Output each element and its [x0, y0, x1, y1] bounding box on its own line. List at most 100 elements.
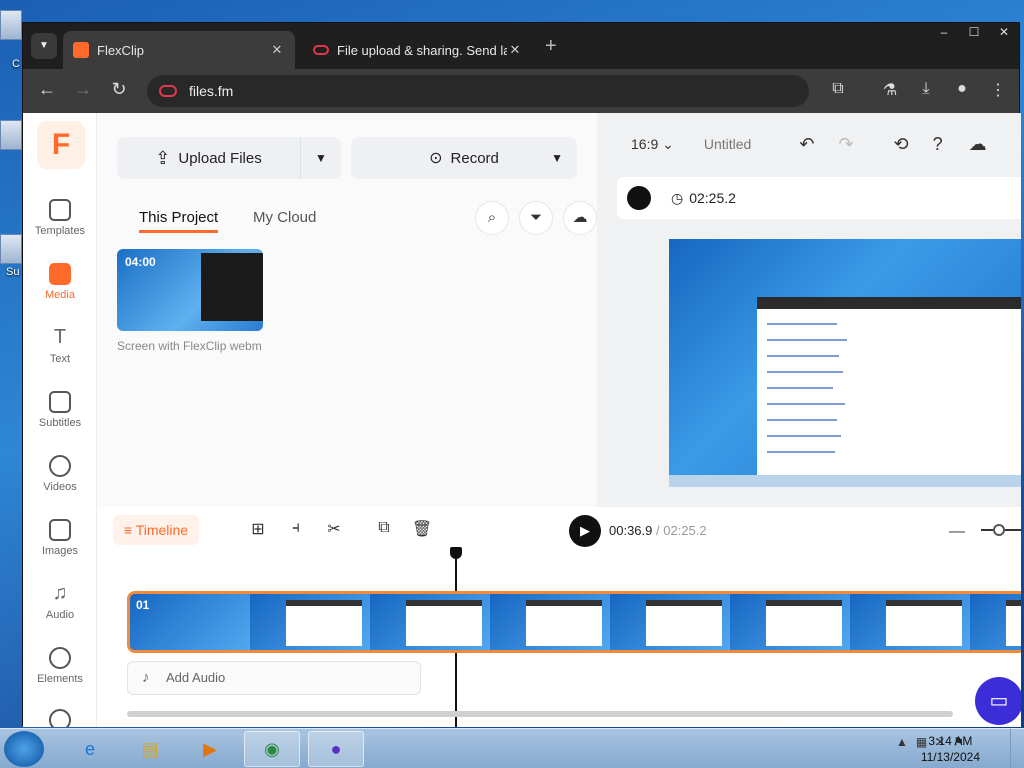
sidebar-item-label: Subtitles [38, 417, 82, 429]
new-tab-icon[interactable]: + [545, 35, 557, 58]
aspect-ratio-selector[interactable]: 16:9 ⌄ [631, 136, 674, 153]
clip-frame [490, 594, 610, 650]
canvas-taskbar [669, 475, 1021, 487]
show-desktop-button[interactable] [1010, 729, 1024, 768]
zoom-slider-knob[interactable] [993, 524, 1005, 536]
upload-files-button[interactable]: ⇪ Upload Files ▼ [117, 137, 341, 179]
minimize-button[interactable]: – [929, 23, 959, 43]
media-thumbnail[interactable]: 04:00 [117, 249, 263, 331]
total-time: 02:25.2 [663, 523, 707, 538]
subtitles-icon [49, 391, 71, 413]
media-icon [49, 263, 71, 285]
scissors-icon[interactable]: ✂ [323, 519, 345, 541]
sidebar-item-subtitles[interactable]: Subtitles [23, 391, 97, 429]
canvas-line [767, 451, 835, 453]
sidebar-item-label: Templates [34, 225, 86, 237]
sidebar-item-elements[interactable]: Elements [23, 647, 97, 685]
canvas-browser-window [757, 297, 1021, 475]
sidebar-item-more[interactable] [23, 709, 97, 727]
sidebar-item-audio[interactable]: ♫ Audio [23, 583, 97, 621]
screen-record-icon[interactable]: ⟲ [894, 134, 909, 155]
search-icon[interactable]: ⌕ [475, 201, 509, 235]
profile-icon[interactable]: ● [951, 80, 973, 102]
cloud-icon[interactable]: ☁ [969, 134, 987, 155]
add-scene-icon[interactable]: ⊞ [247, 519, 269, 541]
close-tab-icon[interactable]: ✕ [269, 42, 285, 58]
canvas-line [767, 435, 841, 437]
file-explorer-icon[interactable]: ▤ [122, 731, 178, 767]
window-controls: – ☐ ✕ [929, 23, 1019, 43]
flexclip-logo[interactable]: F [37, 121, 85, 169]
browser-toolbar: ← → ↻ files.fm ⧉ ⚗ ⤓ ● ⋮ [23, 69, 1019, 113]
zoom-slider[interactable] [981, 524, 1021, 536]
horizontal-scrollbar[interactable] [127, 711, 953, 717]
close-window-button[interactable]: ✕ [989, 23, 1019, 43]
sidebar-item-media[interactable]: Media [23, 263, 97, 301]
video-clip[interactable]: 01 [127, 591, 1021, 653]
chat-icon[interactable]: ▭ [975, 677, 1021, 725]
preview-canvas[interactable] [669, 239, 1021, 487]
windows-taskbar: e ▤ ▶ ◉ ● ▲ ▦ ✕ ⚑ 3:14 AM 11/13/2024 [0, 728, 1024, 768]
menu-icon[interactable]: ⋮ [987, 80, 1009, 102]
more-icon [49, 709, 71, 727]
firefox-icon[interactable]: ● [308, 731, 364, 767]
sidebar-item-templates[interactable]: Templates [23, 199, 97, 237]
videos-icon [49, 455, 71, 477]
sidebar-item-images[interactable]: Images [23, 519, 97, 557]
sidebar-item-text[interactable]: T Text [23, 327, 97, 365]
upload-main[interactable]: ⇪ Upload Files [117, 137, 301, 179]
preview-panel: 16:9 ⌄ Untitled ↶ ↷ ⟲ ? ☁ ◷ 02:25.2 [597, 113, 1021, 507]
tab-search-button[interactable]: ▼ [31, 33, 57, 59]
chevron-down-icon[interactable]: ▼ [301, 151, 341, 165]
show-hidden-icons-icon[interactable]: ▲ [896, 735, 908, 749]
flexclip-favicon-icon [73, 42, 89, 58]
desktop-icon[interactable] [0, 234, 22, 264]
play-button[interactable]: ▶ [569, 515, 601, 547]
tab-this-project[interactable]: This Project [139, 209, 219, 233]
labs-icon[interactable]: ⚗ [879, 80, 901, 102]
taskbar-clock[interactable]: 3:14 AM 11/13/2024 [921, 733, 980, 765]
tab-my-cloud[interactable]: My Cloud [253, 209, 316, 226]
desktop-icon[interactable] [0, 10, 22, 40]
record-button[interactable]: ⊙ Record ▼ [351, 137, 577, 179]
clock-date: 11/13/2024 [920, 750, 980, 764]
desktop-icon[interactable] [0, 120, 22, 150]
tab-filesfm[interactable]: File upload & sharing. Send large ✕ [303, 31, 533, 69]
clip-frame [250, 594, 370, 650]
reload-icon[interactable]: ↻ [107, 79, 131, 100]
playhead-handle[interactable] [450, 547, 462, 559]
project-title[interactable]: Untitled [704, 136, 751, 152]
chevron-down-icon[interactable]: ▼ [551, 151, 563, 165]
internet-explorer-icon[interactable]: e [62, 731, 118, 767]
cloud-off-icon[interactable]: ☁ [563, 201, 597, 235]
forward-icon[interactable]: → [71, 79, 95, 100]
elements-icon [49, 647, 71, 669]
filter-icon[interactable]: ⏷ [519, 201, 553, 235]
close-tab-icon[interactable]: ✕ [507, 42, 523, 58]
redo-icon[interactable]: ↷ [838, 134, 853, 155]
address-bar[interactable]: files.fm [147, 75, 809, 107]
images-icon [49, 519, 71, 541]
help-icon[interactable]: ? [933, 134, 943, 155]
extensions-icon[interactable]: ⧉ [827, 80, 849, 102]
music-note-icon: ♪ [142, 669, 150, 686]
add-audio-button[interactable]: ♪ Add Audio [127, 661, 421, 695]
undo-icon[interactable]: ↶ [799, 134, 814, 155]
color-swatch[interactable] [627, 186, 651, 210]
media-player-icon[interactable]: ▶ [182, 731, 238, 767]
tab-flexclip[interactable]: FlexClip ✕ [63, 31, 295, 69]
zoom-out-icon[interactable]: — [949, 523, 965, 541]
maximize-button[interactable]: ☐ [959, 23, 989, 43]
duplicate-icon[interactable]: ⧉ [373, 519, 395, 541]
download-icon[interactable]: ⤓ [915, 80, 937, 102]
sidebar-item-videos[interactable]: Videos [23, 455, 97, 493]
timeline-toggle[interactable]: ≡ Timeline [113, 515, 199, 545]
canvas-line [767, 403, 845, 405]
site-info-icon[interactable] [159, 85, 177, 97]
delete-icon[interactable]: 🗑 [411, 519, 433, 541]
templates-icon [49, 199, 71, 221]
chrome-icon[interactable]: ◉ [244, 731, 300, 767]
split-icon[interactable]: ⫞ [285, 519, 307, 541]
back-icon[interactable]: ← [35, 79, 59, 100]
start-button[interactable] [4, 731, 44, 767]
